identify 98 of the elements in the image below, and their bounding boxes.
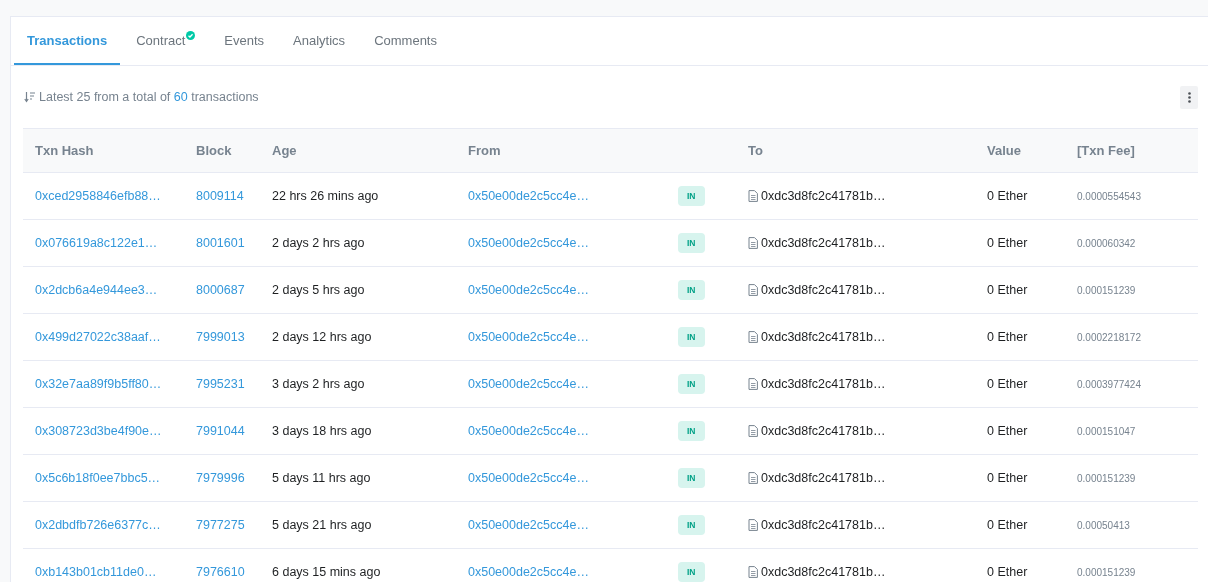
block-link[interactable]: 7977275 (184, 518, 245, 532)
direction-badge: IN (678, 233, 705, 253)
fee-cell-text: 0.0002218172 (1076, 331, 1142, 343)
document-icon (748, 237, 758, 249)
block-link[interactable]: 8009114 (184, 189, 244, 203)
address-link[interactable]: 0x50e00de2c5cc4e… (456, 424, 589, 438)
column-header: From (467, 143, 502, 158)
address-link[interactable]: 0xdc3d8fc2c41781b… (761, 330, 886, 344)
column-header: To (747, 143, 764, 158)
hash-link[interactable]: 0x499d27022c38aaf… (23, 330, 161, 344)
value-cell-text: 0 Ether (986, 565, 1029, 579)
sort-icon (24, 91, 36, 103)
column-header: Block (195, 143, 233, 158)
age-cell-text: 2 days 12 hrs ago (271, 330, 373, 344)
block-link[interactable]: 7991044 (184, 424, 245, 438)
fee-cell-text: 0.00050413 (1076, 519, 1131, 531)
tab[interactable]: Events (211, 17, 278, 65)
fee-cell-text: 0.000060342 (1076, 237, 1137, 249)
age-cell-text: 2 days 2 hrs ago (271, 236, 366, 250)
age-cell-text: 2 days 5 hrs ago (271, 283, 366, 297)
value-cell-text: 0 Ether (986, 330, 1029, 344)
document-icon (748, 425, 758, 437)
document-icon (748, 331, 758, 343)
address-link[interactable]: 0x50e00de2c5cc4e… (456, 518, 589, 532)
age-cell-text: 5 days 21 hrs ago (271, 518, 373, 532)
address-link[interactable]: 0xdc3d8fc2c41781b… (761, 471, 886, 485)
direction-badge: IN (678, 468, 705, 488)
document-icon (748, 190, 758, 202)
address-link[interactable]: 0x50e00de2c5cc4e… (456, 471, 589, 485)
direction-badge: IN (678, 280, 705, 300)
direction-badge: IN (678, 327, 705, 347)
address-link[interactable]: 0xdc3d8fc2c41781b… (761, 189, 886, 203)
hash-link[interactable]: 0x2dcb6a4e944ee3… (23, 283, 158, 297)
direction-badge: IN (678, 562, 705, 582)
document-icon (748, 472, 758, 484)
block-link[interactable]: 7976610 (184, 565, 245, 579)
address-link[interactable]: 0xdc3d8fc2c41781b… (761, 377, 886, 391)
count-link[interactable]: 60 (173, 90, 188, 104)
address-link[interactable]: 0x50e00de2c5cc4e… (456, 236, 589, 250)
direction-badge: IN (678, 186, 705, 206)
age-cell-text: 3 days 18 hrs ago (271, 424, 373, 438)
address-link[interactable]: 0x50e00de2c5cc4e… (456, 377, 589, 391)
hash-link[interactable]: 0x32e7aa89f9b5ff80… (23, 377, 162, 391)
address-link[interactable]: 0xdc3d8fc2c41781b… (761, 424, 886, 438)
value-cell-text: 0 Ether (986, 189, 1029, 203)
value-cell-text: 0 Ether (986, 424, 1029, 438)
age-cell-text: 5 days 11 hrs ago (271, 471, 372, 485)
tab[interactable]: Contract (123, 17, 209, 65)
hash-link[interactable]: 0x2dbdfb726e6377c… (23, 518, 161, 532)
block-link[interactable]: 7979996 (184, 471, 245, 485)
direction-badge: IN (678, 374, 705, 394)
block-link[interactable]: 8001601 (184, 236, 245, 250)
address-link[interactable]: 0x50e00de2c5cc4e… (456, 283, 589, 297)
column-header: Age (271, 143, 298, 158)
tab[interactable]: Analytics (280, 17, 359, 65)
tab[interactable]: Comments (361, 17, 450, 65)
age-cell-text: 3 days 2 hrs ago (271, 377, 366, 391)
direction-badge: IN (678, 421, 705, 441)
value-cell-text: 0 Ether (986, 236, 1029, 250)
address-link[interactable]: 0x50e00de2c5cc4e… (456, 189, 589, 203)
address-link[interactable]: 0xdc3d8fc2c41781b… (761, 565, 886, 579)
fee-cell-text: 0.0003977424 (1076, 378, 1142, 390)
tab[interactable]: Transactions (14, 17, 121, 65)
fee-cell-text: 0.000151239 (1076, 284, 1137, 296)
document-icon (748, 566, 758, 578)
fee-cell-text: 0.000151239 (1076, 472, 1137, 484)
block-link[interactable]: 7995231 (184, 377, 245, 391)
column-header: [Txn Fee] (1076, 143, 1136, 158)
age-cell-text: 6 days 15 mins ago (271, 565, 382, 579)
document-icon (748, 284, 758, 296)
fee-cell-text: 0.0000554543 (1076, 190, 1142, 202)
fee-cell-text: 0.000151239 (1076, 566, 1137, 578)
hash-link[interactable]: 0x308723d3be4f90e… (23, 424, 162, 438)
address-link[interactable]: 0xdc3d8fc2c41781b… (761, 518, 886, 532)
direction-badge: IN (678, 515, 705, 535)
value-cell-text: 0 Ether (986, 283, 1029, 297)
more-options-button[interactable] (1180, 85, 1198, 109)
address-link[interactable]: 0x50e00de2c5cc4e… (456, 330, 589, 344)
block-link[interactable]: 7999013 (184, 330, 245, 344)
value-cell-text: 0 Ether (986, 377, 1029, 391)
column-header: Value (986, 143, 1022, 158)
hash-link[interactable]: 0x5c6b18f0ee7bbc5… (23, 471, 161, 485)
summary-text: Latest 25 from a total of 60 transactions (39, 90, 259, 104)
document-icon (748, 519, 758, 531)
address-link[interactable]: 0xdc3d8fc2c41781b… (761, 283, 886, 297)
value-cell-text: 0 Ether (986, 518, 1029, 532)
fee-cell-text: 0.000151047 (1076, 425, 1137, 437)
hash-link[interactable]: 0xced2958846efb88… (23, 189, 161, 203)
value-cell-text: 0 Ether (986, 471, 1029, 485)
hash-link[interactable]: 0x076619a8c122e1… (23, 236, 158, 250)
column-header: Txn Hash (34, 143, 95, 158)
document-icon (748, 378, 758, 390)
age-cell-text: 22 hrs 26 mins ago (271, 189, 380, 203)
more-icon (1187, 91, 1191, 103)
block-link[interactable]: 8000687 (184, 283, 245, 297)
address-link[interactable]: 0xdc3d8fc2c41781b… (761, 236, 886, 250)
hash-link[interactable]: 0xb143b01cb11de0… (23, 565, 157, 579)
address-link[interactable]: 0x50e00de2c5cc4e… (456, 565, 589, 579)
